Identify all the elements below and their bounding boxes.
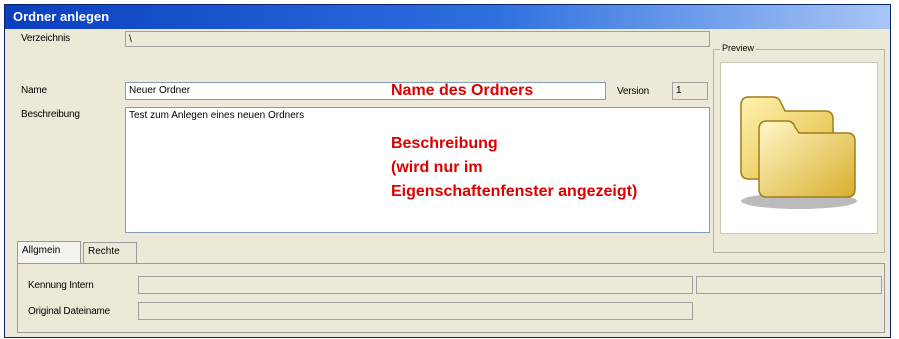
name-label: Name [21, 85, 47, 96]
name-input[interactable]: Neuer Ordner [125, 82, 606, 100]
tab-rechte[interactable]: Rechte [83, 242, 137, 263]
verzeichnis-field[interactable]: \ [125, 31, 710, 47]
verzeichnis-label: Verzeichnis [21, 33, 70, 44]
dialog-window: Ordner anlegen Verzeichnis \ Name Neuer … [4, 4, 891, 338]
original-dateiname-label: Original Dateiname [28, 306, 110, 317]
kennung-intern-extra-field[interactable] [696, 276, 882, 294]
kennung-intern-label: Kennung Intern [28, 280, 94, 291]
version-field[interactable]: 1 [672, 82, 708, 100]
preview-group: Preview [713, 43, 885, 253]
preview-label: Preview [720, 43, 757, 53]
beschreibung-annotation-line1: Beschreibung [391, 135, 498, 152]
preview-box [720, 62, 878, 234]
original-dateiname-field[interactable] [138, 302, 693, 320]
name-annotation: Name des Ordners [391, 82, 534, 99]
beschreibung-annotation-line3: Eigenschaftenfenster angezeigt) [391, 183, 638, 200]
kennung-intern-field[interactable] [138, 276, 693, 294]
beschreibung-annotation-line2: (wird nur im [391, 159, 483, 176]
folder-icon [740, 96, 857, 209]
beschreibung-label: Beschreibung [21, 109, 80, 120]
title-bar[interactable]: Ordner anlegen [5, 5, 890, 29]
tab-allgemein[interactable]: Allgmein [17, 241, 81, 263]
version-label: Version [617, 86, 649, 97]
tab-panel: Kennung Intern Original Dateiname [17, 263, 885, 333]
